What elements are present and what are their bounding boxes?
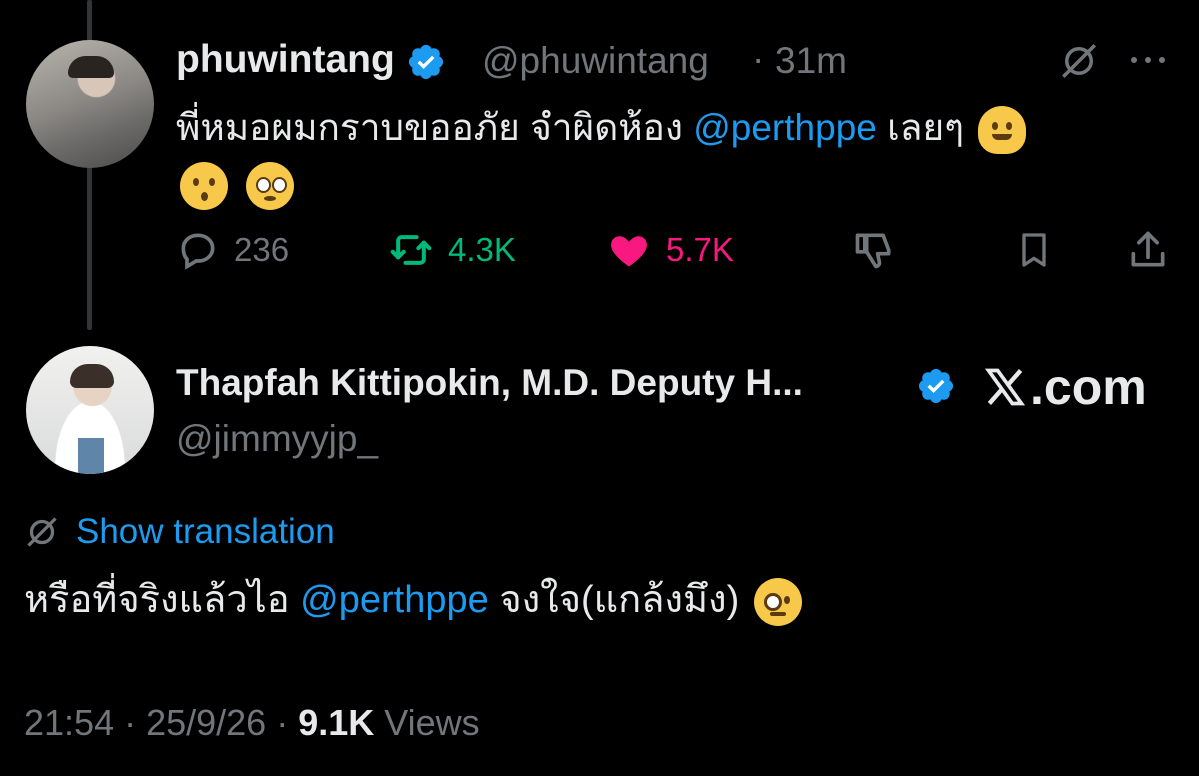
display-name[interactable]: phuwintang <box>176 38 446 82</box>
bookmark-button[interactable] <box>1014 222 1068 278</box>
verified-badge-icon <box>408 44 443 79</box>
reply-count: 236 <box>234 231 290 268</box>
avatar-hair <box>70 364 114 388</box>
repost-button[interactable]: 4.3K <box>388 222 516 278</box>
x-com-watermark: .com <box>982 358 1147 416</box>
tweet-text: พี่หมอผมกราบขออภัย จำผิดห้อง @perthppe เ… <box>176 100 1166 212</box>
grok-icon[interactable] <box>1058 40 1100 82</box>
face-with-monocle-icon <box>753 577 802 626</box>
views-label: Views <box>374 702 480 743</box>
mention-link[interactable]: @perthppe <box>693 107 877 148</box>
display-name[interactable]: Thapfah Kittipokin, M.D. Deputy H... <box>176 362 803 404</box>
bookmark-icon <box>1022 233 1046 267</box>
dislike-button[interactable] <box>852 222 910 278</box>
like-button[interactable]: 5.7K <box>606 222 734 278</box>
avatar-hair <box>68 56 114 78</box>
share-icon <box>1131 231 1165 267</box>
avatar-scrubs <box>78 438 104 474</box>
translate-icon <box>27 517 57 547</box>
avatar[interactable] <box>26 40 154 168</box>
thumbs-down-icon <box>855 233 891 269</box>
handle[interactable]: @phuwintang <box>482 40 709 82</box>
reply-icon <box>181 233 215 270</box>
face-holding-back-tears-icon <box>246 162 295 211</box>
repost-count: 4.3K <box>448 231 516 268</box>
repost-icon <box>390 235 432 265</box>
reply-button[interactable]: 236 <box>176 222 289 278</box>
timestamp[interactable]: 21:54 · 25/9/26 · <box>24 702 298 743</box>
show-translation-link[interactable]: Show translation <box>24 512 335 552</box>
tweet-text: หรือที่จริงแล้วไอ @perthppe จงใจ(แกล้งมึ… <box>24 572 1174 628</box>
handle[interactable]: @jimmyyjp_ <box>176 418 378 460</box>
separator-dot: · <box>752 38 765 79</box>
mention-link[interactable]: @perthppe <box>300 579 489 621</box>
avatar[interactable] <box>26 346 154 474</box>
verified-badge-icon <box>918 368 954 404</box>
views-count: 9.1K <box>298 702 375 743</box>
x-logo-icon <box>984 368 1026 406</box>
kissing-face-icon <box>180 162 228 211</box>
more-options-icon[interactable] <box>1128 48 1168 72</box>
share-button[interactable] <box>1126 222 1184 278</box>
heart-icon <box>611 236 647 267</box>
like-count: 5.7K <box>666 231 734 268</box>
melting-face-icon <box>978 106 1027 155</box>
tweet-meta: 21:54 · 25/9/26 · 9.1K Views <box>24 702 480 744</box>
timestamp[interactable]: 31m <box>775 40 847 82</box>
tweet-actions: 236 4.3K 5.7K <box>176 222 1176 278</box>
